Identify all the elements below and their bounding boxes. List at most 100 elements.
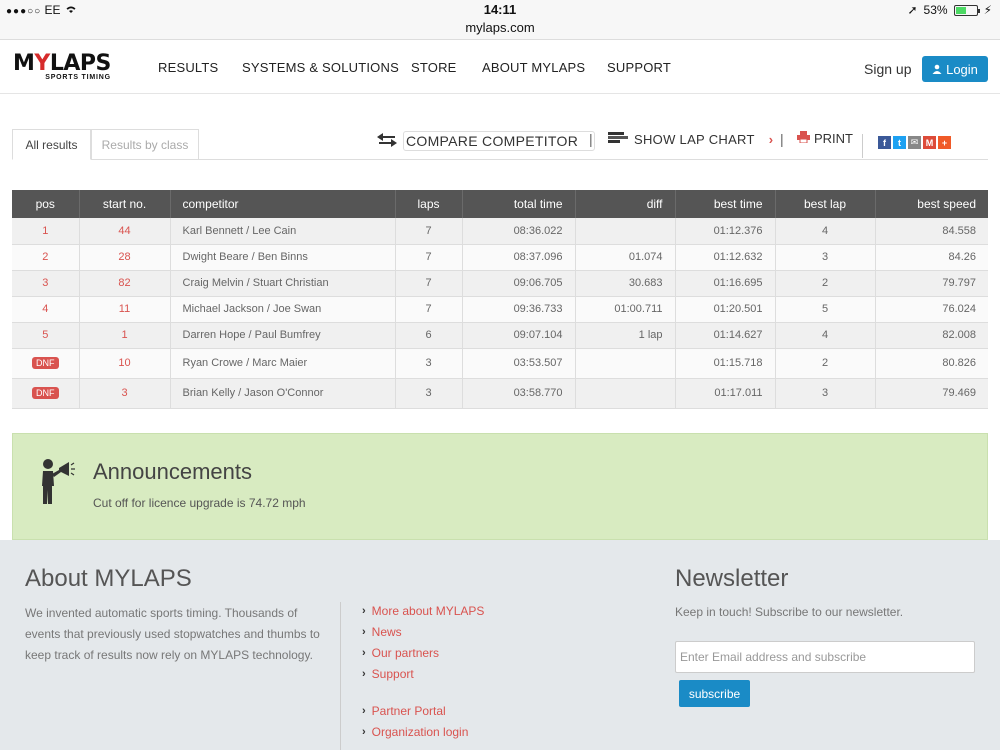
footer-links-divider (340, 602, 341, 750)
col-best-speed[interactable]: best speed (875, 190, 988, 218)
gmail-icon[interactable]: M (923, 136, 936, 149)
cell-best-time: 01:15.718 (675, 348, 776, 379)
ios-status-bar: ●●●○○ EE 14:11 mylaps.com ➚ 53% ⚡ (0, 0, 1000, 40)
cell-pos: 1 (12, 218, 80, 245)
cell-laps: 7 (395, 218, 463, 245)
email-icon[interactable]: ✉ (908, 136, 921, 149)
cell-laps: 3 (395, 348, 463, 379)
cell-total-time: 08:36.022 (462, 218, 576, 245)
nav-systems-solutions[interactable]: SYSTEMS & SOLUTIONS (242, 60, 399, 75)
swap-arrows-icon (377, 132, 397, 150)
battery-percent: 53% (923, 3, 948, 17)
footer-link[interactable]: › More about MYLAPS (362, 604, 484, 618)
chevron-right-icon: › (362, 668, 366, 680)
chevron-right-icon: › (362, 705, 366, 717)
tab-results-by-class[interactable]: Results by class (91, 129, 199, 160)
cell-best-speed: 82.008 (875, 322, 988, 349)
user-icon (932, 62, 942, 77)
clock: 14:11 (483, 2, 517, 17)
nav-support[interactable]: SUPPORT (607, 60, 671, 75)
cell-competitor-link[interactable]: Craig Melvin / Stuart Christian (170, 270, 396, 297)
chevron-right-icon: › (768, 132, 774, 147)
cell-total-time: 03:58.770 (462, 378, 576, 409)
col-best-lap[interactable]: best lap (775, 190, 876, 218)
footer-link[interactable]: › Partner Portal (362, 704, 446, 718)
cell-best-speed: 80.826 (875, 348, 988, 379)
cell-best-lap: 2 (775, 348, 876, 379)
nav-store[interactable]: STORE (411, 60, 457, 75)
cell-diff: 30.683 (575, 270, 676, 297)
about-text: We invented automatic sports timing. Tho… (25, 606, 320, 662)
facebook-icon[interactable]: f (878, 136, 891, 149)
col-laps[interactable]: laps (395, 190, 463, 218)
cell-competitor-link[interactable]: Michael Jackson / Joe Swan (170, 296, 396, 323)
footer-link[interactable]: › Organization login (362, 725, 468, 739)
cell-best-speed: 76.024 (875, 296, 988, 323)
cell-pos: 2 (12, 244, 80, 271)
show-lap-chart-button[interactable]: SHOW LAP CHART › (608, 131, 773, 148)
logo-wordmark: MYLAPS (13, 51, 111, 76)
table-row[interactable]: DNF 10 Ryan Crowe / Marc Maier 3 03:53.507 01… (12, 348, 988, 379)
cell-best-speed: 84.558 (875, 218, 988, 245)
cell-best-speed: 79.797 (875, 270, 988, 297)
login-button[interactable]: Login (922, 56, 988, 82)
mylaps-logo[interactable]: MYLAPS SPORTS TIMING (13, 51, 111, 82)
cell-competitor-link[interactable]: Brian Kelly / Jason O'Connor (170, 378, 396, 409)
footer-link[interactable]: › News (362, 625, 402, 639)
charging-icon: ⚡ (983, 3, 992, 17)
cell-best-time: 01:17.011 (675, 378, 776, 409)
chevron-right-icon: › (362, 605, 366, 617)
cell-total-time: 09:07.104 (462, 322, 576, 349)
cell-competitor-link[interactable]: Karl Bennett / Lee Cain (170, 218, 396, 245)
cell-competitor-link[interactable]: Darren Hope / Paul Bumfrey (170, 322, 396, 349)
cell-diff (575, 348, 676, 379)
table-row[interactable]: 1 44 Karl Bennett / Lee Cain 7 08:36.022 01:1… (12, 218, 988, 245)
tab-all-results[interactable]: All results (12, 129, 91, 160)
print-button[interactable]: PRINT (797, 131, 853, 146)
cell-best-time: 01:16.695 (675, 270, 776, 297)
login-label: Login (946, 61, 978, 77)
cell-start-no: 1 (79, 322, 171, 349)
footer-link[interactable]: › Our partners (362, 646, 439, 660)
table-row[interactable]: 3 82 Craig Melvin / Stuart Christian 7 09:06… (12, 270, 988, 297)
table-row[interactable]: 2 28 Dwight Beare / Ben Binns 7 08:37.096 01.… (12, 244, 988, 271)
nav-about[interactable]: ABOUT MYLAPS (482, 60, 585, 75)
col-best-time[interactable]: best time (675, 190, 776, 218)
cell-best-lap: 4 (775, 218, 876, 245)
cell-total-time: 09:06.705 (462, 270, 576, 297)
col-pos[interactable]: pos (12, 190, 80, 218)
cell-total-time: 08:37.096 (462, 244, 576, 271)
newsletter-email-input[interactable] (675, 641, 975, 673)
lap-chart-icon (608, 131, 628, 148)
cell-start-no: 82 (79, 270, 171, 297)
cell-competitor-link[interactable]: Dwight Beare / Ben Binns (170, 244, 396, 271)
col-diff[interactable]: diff (575, 190, 676, 218)
signup-link[interactable]: Sign up (864, 61, 911, 77)
col-competitor[interactable]: competitor (170, 190, 396, 218)
cell-laps: 6 (395, 322, 463, 349)
cell-pos: 3 (12, 270, 80, 297)
cell-diff: 1 lap (575, 322, 676, 349)
table-row[interactable]: DNF 3 Brian Kelly / Jason O'Connor 3 03:58.7… (12, 378, 988, 409)
cell-competitor-link[interactable]: Ryan Crowe / Marc Maier (170, 348, 396, 379)
footer-link-label: News (371, 625, 402, 639)
col-start-no[interactable]: start no. (79, 190, 171, 218)
nav-results[interactable]: RESULTS (158, 60, 218, 75)
table-row[interactable]: 4 11 Michael Jackson / Joe Swan 7 09:36.733 0… (12, 296, 988, 323)
footer-link[interactable]: › Support (362, 667, 414, 681)
subscribe-button[interactable]: subscribe (679, 680, 750, 707)
cell-best-speed: 84.26 (875, 244, 988, 271)
twitter-icon[interactable]: t (893, 136, 906, 149)
col-total-time[interactable]: total time (462, 190, 576, 218)
more-share-icon[interactable]: + (938, 136, 951, 149)
results-table: pos start no. competitor laps total time… (12, 190, 988, 409)
dnf-badge: DNF (32, 357, 59, 369)
cell-laps: 3 (395, 378, 463, 409)
table-row[interactable]: 5 1 Darren Hope / Paul Bumfrey 6 09:07.104 1 … (12, 322, 988, 349)
cell-start-no: 10 (79, 348, 171, 379)
cell-start-no: 3 (79, 378, 171, 409)
cell-diff: 01.074 (575, 244, 676, 271)
address-bar[interactable]: mylaps.com (0, 20, 1000, 35)
compare-competitor-button[interactable]: COMPARE COMPETITOR (377, 131, 596, 151)
cell-best-time: 01:12.632 (675, 244, 776, 271)
